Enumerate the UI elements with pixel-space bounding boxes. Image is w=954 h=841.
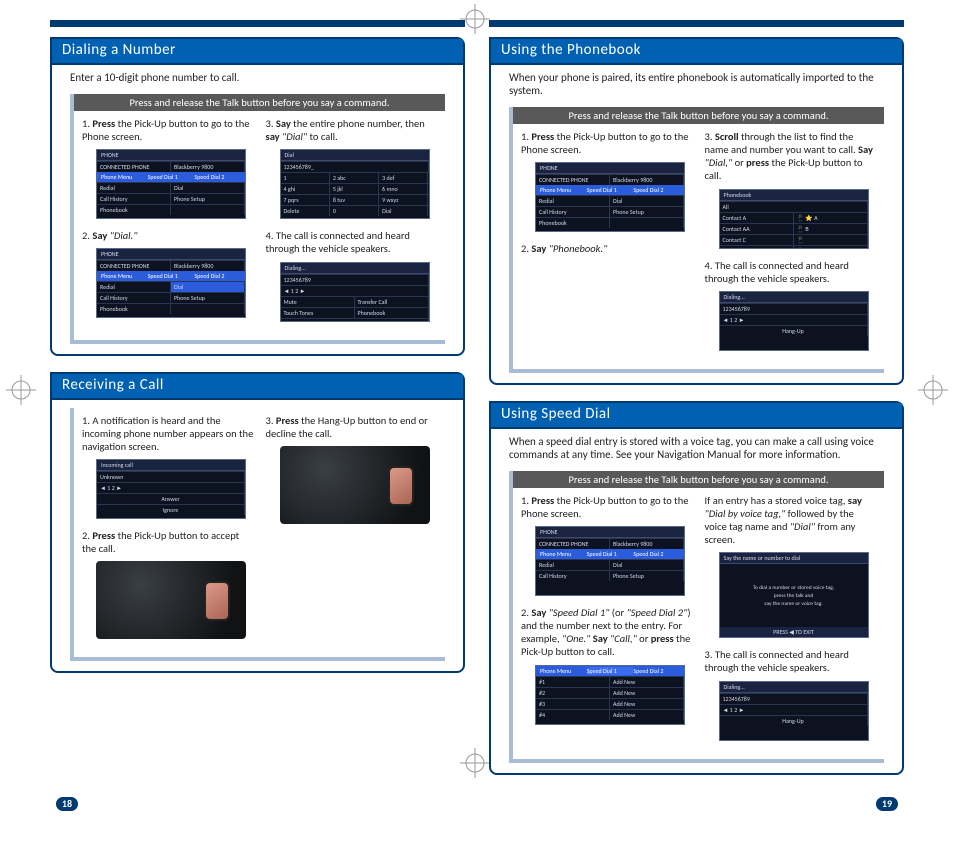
section-title: Using Speed Dial [491, 403, 902, 429]
step-3: 3. Scroll through the list to find the n… [705, 130, 877, 183]
step-1: 1. Press the Pick-Up button to go to the… [521, 130, 693, 156]
dialing-screen-pb: Dialing... 123456789 ◄ 1 2 ► Hang-Up [719, 291, 869, 351]
dialing-screen: Dialing... 123456789 ◄ 1 2 ► MuteTransfe… [280, 262, 430, 322]
step-2: 2. Say "Speed Dial 1" (or "Speed Dial 2"… [521, 606, 693, 659]
section-title: Using the Phonebook [491, 39, 902, 65]
phonebook-screen: Phonebook All Contact A📱 ⭐ A Contact AA📱… [719, 189, 869, 249]
phone-screen-2: PHONE CONNECTED PHONEBlackberry 9800 Pho… [96, 248, 246, 318]
phone-screen-sd: PHONE CONNECTED PHONEBlackberry 9800 Pho… [535, 526, 685, 596]
step-1: 1. Press the Pick-Up button to go to the… [82, 117, 254, 143]
section-receiving: Receiving a Call 1. A notification is he… [50, 372, 465, 674]
step-4: 4. The call is connected and heard throu… [705, 259, 877, 285]
phone-screen-1: PHONE CONNECTED PHONEBlackberry 9800 Pho… [96, 149, 246, 219]
step-3: 3. Say the entire phone number, then say… [266, 117, 438, 143]
dialing-screen-sd: Dialing... 123456789 ◄ 1 2 ► Hang-Up [719, 681, 869, 741]
top-rule [50, 20, 465, 27]
speed-dial-screen: Phone MenuSpeed Dial 1Speed Dial 2 #1Add… [535, 665, 685, 725]
top-rule [489, 20, 904, 27]
page-left: Dialing a Number Enter a 10-digit phone … [50, 20, 465, 791]
phone-screen: PHONE CONNECTED PHONEBlackberry 9800 Pho… [535, 162, 685, 232]
section-intro: When a speed dial entry is stored with a… [491, 429, 902, 467]
step-2: 2. Say "Dial." [82, 229, 254, 242]
dial-screen: Dial 123456789_ 12 abc3 def 4 ghi5 jkl6 … [280, 149, 430, 219]
section-intro: Enter a 10-digit phone number to call. [52, 65, 463, 90]
crop-mark-left [6, 375, 36, 405]
voice-tag-info: If an entry has a stored voice tag, say … [705, 494, 877, 547]
section-title: Dialing a Number [52, 39, 463, 65]
instruction-bar: Press and release the Talk button before… [513, 471, 884, 488]
page-number-left: 18 [54, 795, 80, 813]
page-right: Using the Phonebook When your phone is p… [489, 20, 904, 791]
section-intro: When your phone is paired, its entire ph… [491, 65, 902, 103]
section-title: Receiving a Call [52, 374, 463, 400]
step-2: 2. Press the Pick-Up button to accept th… [82, 529, 254, 555]
section-phonebook: Using the Phonebook When your phone is p… [489, 37, 904, 385]
steering-image-pickup [96, 561, 246, 639]
instruction-bar: Press and release the Talk button before… [74, 94, 445, 111]
step-3: 3. The call is connected and heard throu… [705, 648, 877, 674]
step-2: 2. Say "Phonebook." [521, 242, 693, 255]
step-1: 1. A notification is heard and the incom… [82, 414, 254, 453]
crop-mark-right [918, 375, 948, 405]
steering-image-hangup [280, 446, 430, 524]
section-speed-dial: Using Speed Dial When a speed dial entry… [489, 401, 904, 775]
step-3: 3. Press the Hang-Up button to end or de… [266, 414, 438, 440]
incoming-screen: Incoming call Unknown ◄ 1 2 ► Answer Ign… [96, 459, 246, 519]
section-dialing: Dialing a Number Enter a 10-digit phone … [50, 37, 465, 356]
instruction-bar: Press and release the Talk button before… [513, 107, 884, 124]
voice-tag-screen: Say the name or number to dial To dial a… [719, 552, 869, 638]
page-number-right: 19 [874, 795, 900, 813]
step-1: 1. Press the Pick-Up button to go to the… [521, 494, 693, 520]
step-4: 4. The call is connected and heard throu… [266, 229, 438, 255]
